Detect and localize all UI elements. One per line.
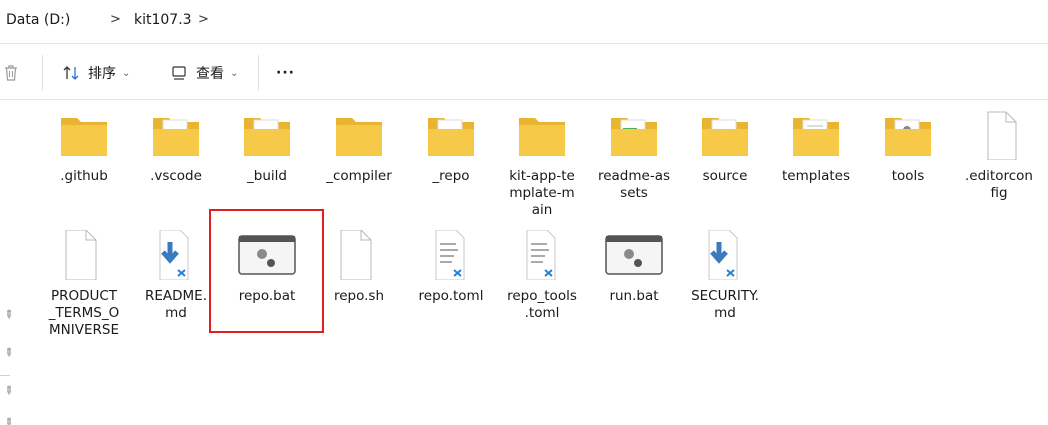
file-name-line: md (165, 305, 187, 321)
markdown-file-icon (159, 230, 189, 280)
file-name-line: readme-as (597, 168, 671, 184)
file-item-repo-tools-toml[interactable]: repo_tools .toml (499, 230, 585, 325)
file-name-line: fig (990, 185, 1008, 201)
file-item-readme-assets[interactable]: readme-as sets (591, 110, 677, 205)
sort-icon (63, 66, 79, 80)
breadcrumb-separator[interactable]: > (110, 8, 121, 32)
chevron-down-icon: ⌄ (230, 67, 239, 79)
file-name: run.bat (609, 288, 659, 304)
address-bar: Data (D:) > kit107.3 > (0, 0, 1048, 44)
file-name-line: PRODUCT (50, 288, 118, 304)
file-item-source[interactable]: source (682, 110, 768, 190)
file-name: templates (782, 168, 850, 184)
file-item-compiler[interactable]: _compiler (316, 110, 402, 190)
file-name: repo.bat (238, 288, 296, 304)
toolbar-divider (42, 55, 43, 91)
pin-icon[interactable]: ✎ (1, 383, 17, 399)
folder-with-image-icon (611, 118, 657, 156)
navigation-pane: ✎ ✎ ✎ ✎ (0, 100, 22, 425)
folder-with-document-icon (793, 118, 839, 156)
file-item-templates[interactable]: templates (773, 110, 859, 190)
view-button[interactable]: 查看 ⌄ (170, 61, 238, 85)
pin-icon[interactable]: ✎ (1, 345, 17, 361)
folder-with-document-icon (428, 118, 474, 156)
file-name-line: MNIVERSE (49, 322, 119, 338)
batch-file-icon (605, 235, 663, 275)
file-item-readme-md[interactable]: README. md (133, 230, 219, 325)
file-item-run-bat[interactable]: run.bat (591, 230, 677, 310)
folder-icon (61, 118, 107, 156)
file-item-product-terms[interactable]: PRODUCT _TERMS_O MNIVERSE (41, 230, 127, 342)
file-name-line: .editorcon (965, 168, 1033, 184)
file-name-line: mplate-m (509, 185, 575, 201)
sort-label: 排序 (88, 66, 116, 82)
pin-icon[interactable]: ✎ (1, 307, 17, 323)
file-name: repo.toml (418, 288, 484, 304)
file-item-security-md[interactable]: SECURITY. md (682, 230, 768, 325)
breadcrumb-separator-end[interactable]: > (198, 8, 209, 32)
breadcrumb-drive[interactable]: Data (D:) (6, 8, 70, 32)
command-bar: 排序 ⌄ 查看 ⌄ ··· (0, 45, 1048, 100)
file-name-line: SECURITY. (691, 288, 759, 304)
file-name: repo.sh (333, 288, 385, 304)
folder-with-document-icon (702, 118, 748, 156)
file-name: tools (891, 168, 925, 184)
nav-divider (0, 375, 10, 376)
file-item-github[interactable]: .github (41, 110, 127, 190)
folder-with-document-icon (244, 118, 290, 156)
blank-file-icon (65, 230, 97, 280)
view-label: 查看 (196, 66, 224, 82)
file-name-line: .toml (524, 305, 560, 321)
folder-icon (519, 118, 565, 156)
file-name-line: sets (620, 185, 648, 201)
sort-button[interactable]: 排序 ⌄ (62, 61, 130, 85)
folder-with-gear-icon (885, 118, 931, 156)
file-name: .vscode (150, 168, 202, 184)
file-name-line: kit-app-te (509, 168, 575, 184)
text-file-icon (435, 230, 465, 280)
file-item-build[interactable]: _build (224, 110, 310, 190)
view-icon (172, 66, 186, 80)
file-name-line: _TERMS_O (48, 305, 120, 321)
blank-file-icon (340, 230, 372, 280)
file-name-line: md (714, 305, 736, 321)
file-item-repo[interactable]: _repo (408, 110, 494, 190)
file-item-repo-sh[interactable]: repo.sh (316, 230, 402, 310)
delete-button[interactable] (3, 61, 19, 85)
breadcrumb-folder[interactable]: kit107.3 (134, 8, 192, 32)
file-name: _repo (432, 168, 470, 184)
file-name: _build (247, 168, 287, 184)
blank-file-icon (987, 111, 1017, 160)
file-name: .github (60, 168, 108, 184)
file-name-line: README. (144, 288, 207, 304)
text-file-icon (526, 230, 556, 280)
file-item-repo-bat[interactable]: repo.bat (224, 230, 310, 310)
toolbar-divider (258, 55, 259, 91)
file-item-editorconfig[interactable]: .editorcon fig (956, 110, 1042, 205)
markdown-file-icon (708, 230, 738, 280)
batch-file-icon (238, 235, 296, 275)
pin-icon[interactable]: ✎ (1, 415, 17, 425)
more-icon: ··· (276, 65, 295, 81)
file-name-line: repo_tools (507, 288, 577, 304)
folder-icon (336, 118, 382, 156)
chevron-down-icon: ⌄ (122, 67, 131, 79)
file-item-repo-toml[interactable]: repo.toml (408, 230, 494, 310)
file-name: source (702, 168, 748, 184)
file-name-line: ain (531, 202, 553, 218)
trash-icon (5, 65, 17, 81)
file-name: _compiler (326, 168, 392, 184)
folder-with-document-icon (153, 118, 199, 156)
file-item-kit-app-template-main[interactable]: kit-app-te mplate-m ain (499, 110, 585, 220)
more-options-button[interactable]: ··· (276, 61, 295, 85)
file-item-tools[interactable]: tools (865, 110, 951, 190)
file-item-vscode[interactable]: .vscode (133, 110, 219, 190)
